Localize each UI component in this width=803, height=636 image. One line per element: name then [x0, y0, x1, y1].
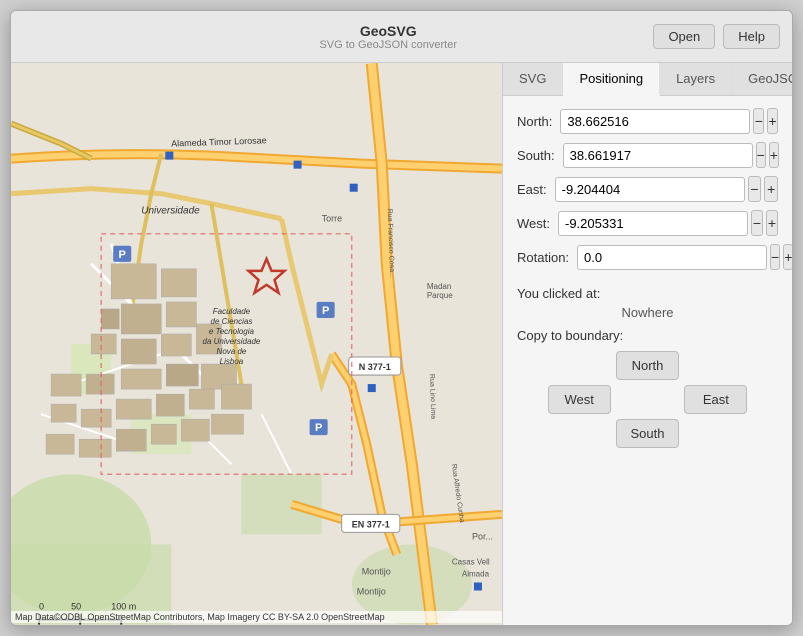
east-row: East: − + [517, 176, 778, 202]
svg-text:Lisboa: Lisboa [220, 357, 244, 366]
clicked-label: You clicked at: [517, 286, 778, 301]
boundary-grid: North West East South [548, 351, 748, 448]
app-subtitle: SVG to GeoJSON converter [123, 39, 653, 51]
rotation-input[interactable] [577, 245, 767, 270]
rotation-plus-btn[interactable]: + [783, 244, 792, 270]
svg-text:Por...: Por... [472, 531, 493, 541]
clicked-section: You clicked at: Nowhere Copy to boundary… [517, 278, 778, 448]
copy-boundary-label: Copy to boundary: [517, 328, 778, 343]
south-minus-btn[interactable]: − [756, 142, 766, 168]
svg-text:Almada: Almada [462, 569, 490, 578]
tab-geojson[interactable]: GeoJSON [732, 63, 792, 95]
map-area: P P P Universidade Faculdade de Ciencias [11, 63, 502, 625]
west-row: West: − + [517, 210, 778, 236]
tab-layers[interactable]: Layers [660, 63, 732, 95]
svg-text:Parque: Parque [427, 291, 453, 300]
main-content: P P P Universidade Faculdade de Ciencias [11, 63, 792, 625]
north-row: North: − + [517, 108, 778, 134]
south-plus-btn[interactable]: + [769, 142, 779, 168]
svg-text:Nova de: Nova de [217, 347, 247, 356]
title-center: GeoSVG SVG to GeoJSON converter [123, 23, 653, 51]
title-buttons: Open Help [653, 24, 780, 49]
app-window: GeoSVG SVG to GeoJSON converter Open Hel… [10, 10, 793, 626]
boundary-center-empty [548, 351, 611, 380]
south-row: South: − + [517, 142, 778, 168]
rotation-label: Rotation: [517, 250, 577, 265]
north-input[interactable] [560, 109, 750, 134]
svg-text:Montijo: Montijo [357, 587, 386, 597]
west-label: West: [517, 216, 558, 231]
west-minus-btn[interactable]: − [751, 210, 763, 236]
svg-text:e Tecnologia: e Tecnologia [209, 327, 255, 336]
east-plus-btn[interactable]: + [764, 176, 778, 202]
north-minus-btn[interactable]: − [753, 108, 764, 134]
tab-positioning[interactable]: Positioning [563, 63, 660, 96]
rotation-minus-btn[interactable]: − [770, 244, 780, 270]
boundary-west-btn[interactable]: West [548, 385, 611, 414]
east-input[interactable] [555, 177, 745, 202]
svg-text:Casas Vell: Casas Vell [452, 557, 490, 566]
clicked-value: Nowhere [517, 301, 778, 328]
title-bar: GeoSVG SVG to GeoJSON converter Open Hel… [11, 11, 792, 63]
boundary-south-btn[interactable]: South [616, 419, 679, 448]
svg-text:da Universidade: da Universidade [203, 337, 261, 346]
svg-text:Faculdade: Faculdade [213, 307, 251, 316]
north-plus-btn[interactable]: + [767, 108, 778, 134]
south-label: South: [517, 148, 563, 163]
open-button[interactable]: Open [653, 24, 715, 49]
svg-text:P: P [322, 305, 329, 317]
boundary-north-btn[interactable]: North [616, 351, 679, 380]
svg-text:de Ciencias: de Ciencias [211, 317, 253, 326]
svg-text:P: P [315, 422, 322, 434]
map-svg: P P P Universidade Faculdade de Ciencias [11, 63, 502, 625]
tab-svg[interactable]: SVG [503, 63, 563, 95]
rotation-row: Rotation: − + [517, 244, 778, 270]
svg-text:Torre: Torre [322, 214, 343, 224]
west-input[interactable] [558, 211, 748, 236]
east-label: East: [517, 182, 555, 197]
svg-text:Madan: Madan [427, 282, 451, 291]
side-panel: SVG Positioning Layers GeoJSON North: − … [502, 63, 792, 625]
svg-text:Universidade: Universidade [141, 206, 200, 217]
west-plus-btn[interactable]: + [766, 210, 778, 236]
east-minus-btn[interactable]: − [748, 176, 762, 202]
map-attribution: Map Data©ODBL OpenStreetMap Contributors… [11, 611, 502, 623]
tabs-bar: SVG Positioning Layers GeoJSON [503, 63, 792, 96]
app-title: GeoSVG [123, 23, 653, 39]
panel-content: North: − + South: − + East: − + [503, 96, 792, 625]
svg-text:P: P [119, 249, 126, 261]
south-input[interactable] [563, 143, 753, 168]
svg-text:Montijo: Montijo [362, 566, 391, 576]
svg-text:N 377-1: N 377-1 [359, 362, 391, 372]
boundary-east-btn[interactable]: East [684, 385, 747, 414]
help-button[interactable]: Help [723, 24, 780, 49]
svg-text:EN 377-1: EN 377-1 [352, 519, 390, 529]
north-label: North: [517, 114, 560, 129]
